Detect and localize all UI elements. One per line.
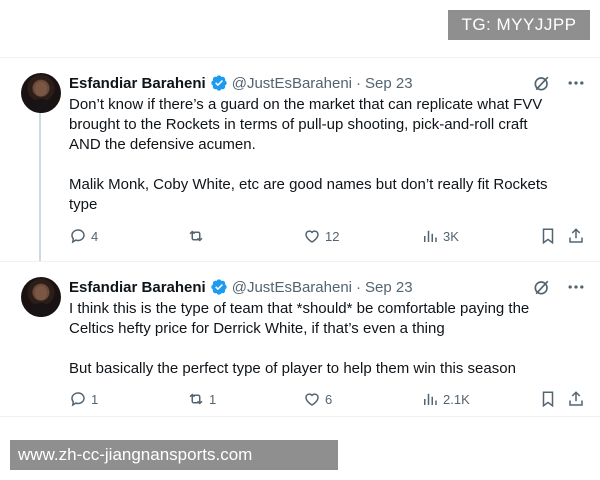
like-count: 6 xyxy=(325,391,333,407)
like-count: 12 xyxy=(325,228,340,244)
tweet-header: Esfandiar Baraheni @JustEsBaraheni · Sep… xyxy=(69,277,413,297)
views-icon xyxy=(424,230,437,242)
dot-separator: · xyxy=(356,74,362,92)
tweet-top-actions xyxy=(532,73,586,93)
like-icon xyxy=(305,393,319,406)
like-button[interactable]: 12 xyxy=(303,227,339,245)
more-icon[interactable] xyxy=(566,73,586,93)
retweet-button[interactable]: 1 xyxy=(187,390,216,408)
views-icon xyxy=(424,393,437,405)
bookmark-icon xyxy=(542,228,554,245)
tweet-action-bar: 1 1 6 2.1K xyxy=(69,390,586,410)
avatar-face xyxy=(35,286,47,300)
reply-icon xyxy=(71,229,85,244)
tweet-1[interactable]: Esfandiar Baraheni @JustEsBaraheni · Sep… xyxy=(0,57,600,262)
views-count: 2.1K xyxy=(443,391,470,407)
tweet-top-actions xyxy=(532,277,586,297)
tweet-feed: Esfandiar Baraheni @JustEsBaraheni · Sep… xyxy=(0,57,600,417)
verified-badge-icon xyxy=(211,279,227,295)
reply-icon xyxy=(71,392,85,407)
retweet-count: 1 xyxy=(209,391,217,407)
avatar-shoulders xyxy=(28,99,54,113)
share-button[interactable] xyxy=(567,227,585,245)
author-handle[interactable]: @JustEsBaraheni xyxy=(232,75,352,92)
tweet-date[interactable]: Sep 23 xyxy=(365,75,413,92)
tweet-text: I think this is the type of team that *s… xyxy=(69,300,530,377)
watermark-top: TG: MYYJJPP xyxy=(448,10,590,40)
views-button[interactable]: 2.1K xyxy=(421,390,470,408)
share-icon xyxy=(569,391,583,406)
avatar-face xyxy=(35,82,47,96)
retweet-icon xyxy=(189,393,203,405)
bookmark-button[interactable] xyxy=(539,390,557,408)
dot-separator: · xyxy=(356,278,362,296)
verified-badge-icon xyxy=(211,75,227,91)
author-name[interactable]: Esfandiar Baraheni xyxy=(69,75,206,92)
reply-button[interactable]: 4 xyxy=(69,227,98,245)
views-button[interactable]: 3K xyxy=(421,227,459,245)
tweet-action-bar: 4 12 3K xyxy=(69,227,586,247)
reply-count: 4 xyxy=(91,228,99,244)
tweet-text: Don’t know if there’s a guard on the mar… xyxy=(69,96,548,213)
thread-connector-line xyxy=(39,112,41,262)
bookmark-button[interactable] xyxy=(539,227,557,245)
like-button[interactable]: 6 xyxy=(303,390,332,408)
views-count: 3K xyxy=(443,228,459,244)
tweet-2[interactable]: Esfandiar Baraheni @JustEsBaraheni · Sep… xyxy=(0,261,600,416)
bookmark-icon xyxy=(542,391,554,408)
grok-icon[interactable] xyxy=(532,277,552,297)
retweet-icon xyxy=(189,230,203,242)
author-name[interactable]: Esfandiar Baraheni xyxy=(69,279,206,296)
retweet-button[interactable] xyxy=(187,227,209,245)
divider xyxy=(0,416,600,417)
author-handle[interactable]: @JustEsBaraheni xyxy=(232,279,352,296)
reply-button[interactable]: 1 xyxy=(69,390,98,408)
avatar[interactable] xyxy=(21,277,61,317)
watermark-bottom: www.zh-cc-jiangnansports.com xyxy=(10,440,338,470)
avatar[interactable] xyxy=(21,73,61,113)
more-icon[interactable] xyxy=(566,277,586,297)
avatar-shoulders xyxy=(28,303,54,317)
tweet-date[interactable]: Sep 23 xyxy=(365,279,413,296)
reply-count: 1 xyxy=(91,391,99,407)
grok-icon[interactable] xyxy=(532,73,552,93)
share-icon xyxy=(569,228,583,243)
like-icon xyxy=(305,230,319,243)
tweet-header: Esfandiar Baraheni @JustEsBaraheni · Sep… xyxy=(69,73,413,93)
share-button[interactable] xyxy=(567,390,585,408)
